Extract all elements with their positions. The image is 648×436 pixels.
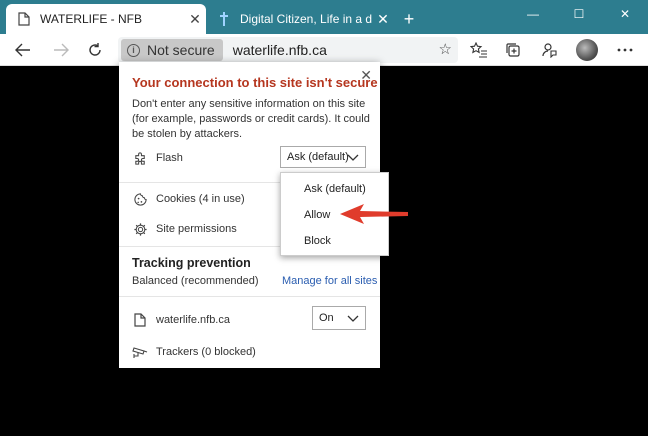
back-button[interactable] [10, 37, 36, 63]
tab-waterlife[interactable]: WATERLIFE - NFB ✕ [6, 4, 206, 34]
settings-menu-button[interactable] [614, 39, 636, 61]
tab-title: Digital Citizen, Life in a digital wo [240, 12, 372, 26]
popup-description: Don't enter any sensitive information on… [132, 98, 370, 140]
flash-label: Flash [156, 152, 183, 164]
minimize-button[interactable]: — [510, 0, 556, 28]
maximize-button[interactable]: ☐ [556, 0, 602, 28]
collections-button[interactable] [502, 39, 524, 61]
title-bar: WATERLIFE - NFB ✕ Digital Citizen, Life … [0, 0, 648, 34]
url-text[interactable]: waterlife.nfb.ca [233, 42, 327, 58]
flash-permission-select[interactable]: Ask (default) [280, 146, 366, 168]
new-tab-button[interactable]: + [398, 9, 420, 31]
site-domain-label: waterlife.nfb.ca [156, 314, 230, 326]
collections-icon [506, 43, 520, 57]
feedback-button[interactable] [538, 39, 560, 61]
not-secure-badge[interactable]: i Not secure [121, 39, 223, 61]
tab-close-icon[interactable]: ✕ [372, 11, 394, 28]
info-icon: i [127, 43, 140, 57]
close-window-button[interactable]: ✕ [602, 0, 648, 28]
favorites-list-icon [470, 42, 487, 58]
option-allow[interactable]: Allow [304, 209, 330, 221]
option-ask-default[interactable]: Ask (default) [304, 183, 366, 195]
tab-digital-citizen[interactable]: Digital Citizen, Life in a digital wo ✕ [206, 4, 394, 34]
tracker-camera-icon [132, 344, 148, 360]
site-permissions-label[interactable]: Site permissions [156, 223, 237, 235]
refresh-icon [89, 43, 101, 56]
trackers-label[interactable]: Trackers (0 blocked) [156, 346, 256, 358]
tracking-toggle-select[interactable]: On [312, 306, 366, 330]
popup-heading: Your connection to this site isn't secur… [132, 75, 378, 90]
digital-citizen-favicon [216, 11, 232, 27]
favorites-button[interactable] [468, 39, 490, 61]
security-label: Not secure [147, 42, 215, 58]
window-controls: — ☐ ✕ [510, 0, 648, 28]
cookies-label[interactable]: Cookies (4 in use) [156, 193, 245, 205]
manage-for-all-sites-link[interactable]: Manage for all sites [282, 275, 377, 287]
option-block[interactable]: Block [304, 235, 331, 247]
profile-avatar[interactable] [576, 39, 598, 61]
cookie-icon [132, 191, 148, 207]
page-icon [16, 11, 32, 27]
chevron-down-icon [347, 315, 359, 322]
feedback-person-icon [542, 43, 557, 58]
gear-icon [132, 221, 148, 237]
red-arrow-annotation [340, 204, 408, 224]
flash-select-value: Ask (default) [287, 151, 349, 163]
forward-button[interactable] [48, 37, 74, 63]
forward-arrow-icon [54, 43, 69, 57]
tab-title: WATERLIFE - NFB [40, 12, 142, 26]
favorite-star-icon[interactable]: ☆ [439, 40, 452, 58]
puzzle-icon [132, 150, 148, 166]
more-options-icon [617, 48, 633, 52]
tab-close-icon[interactable]: ✕ [184, 11, 206, 28]
page-icon [132, 312, 148, 328]
divider [119, 296, 380, 297]
tracking-prevention-title: Tracking prevention [132, 256, 251, 270]
back-arrow-icon [15, 43, 30, 57]
address-bar[interactable]: i Not secure waterlife.nfb.ca ☆ [118, 37, 458, 63]
refresh-button[interactable] [82, 37, 108, 63]
tracking-select-value: On [319, 312, 334, 324]
tracking-level-label: Balanced (recommended) [132, 275, 259, 287]
chevron-down-icon [347, 154, 359, 161]
